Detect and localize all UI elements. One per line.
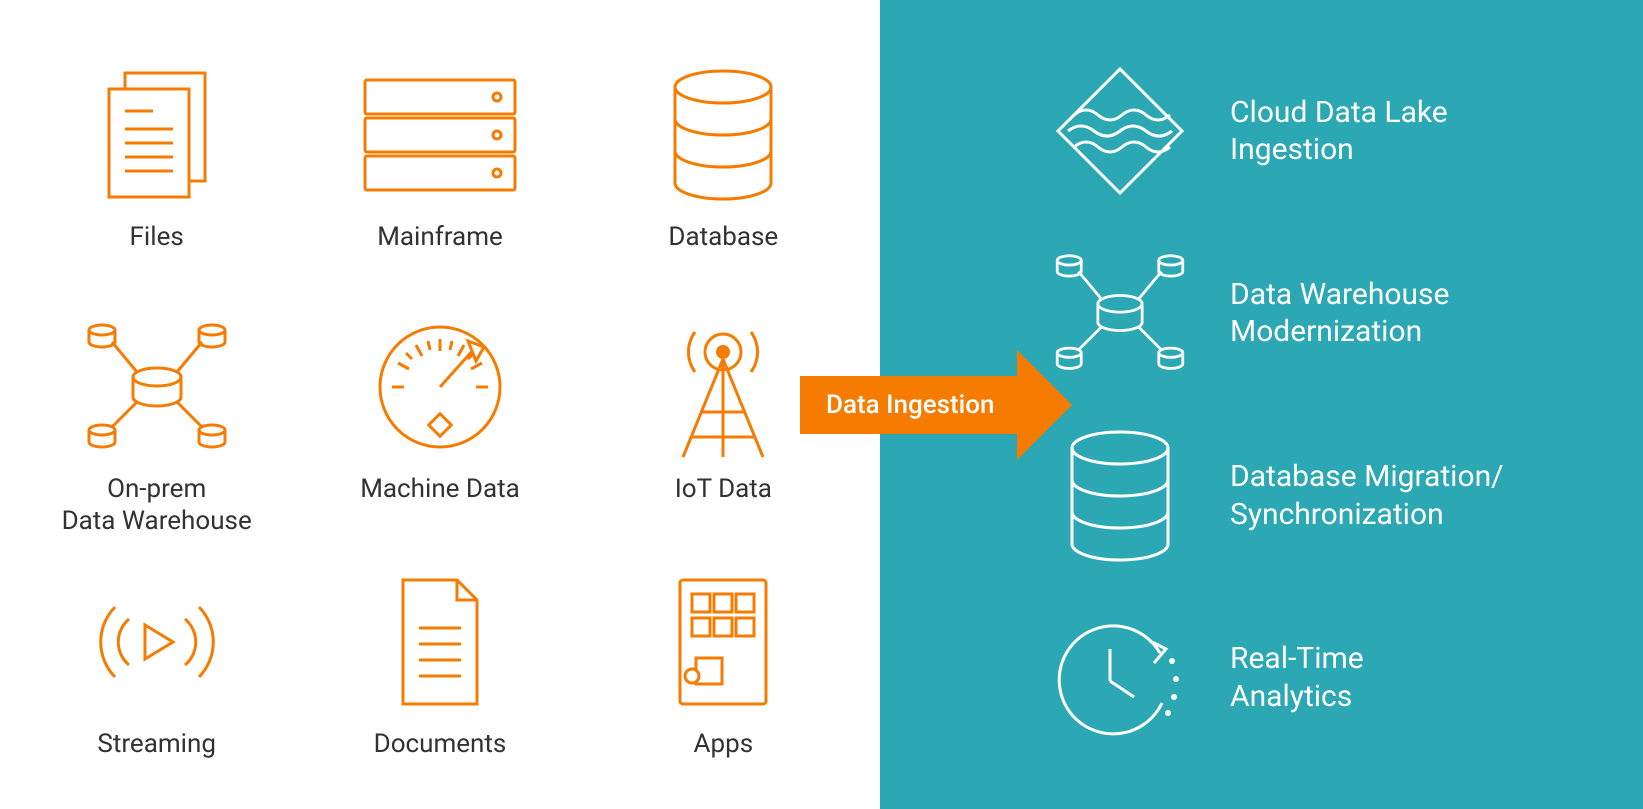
apps-icon [668, 567, 778, 717]
source-machine-data: Machine Data [303, 312, 576, 536]
target-label: Database Migration/ Synchronization [1230, 458, 1504, 533]
warehouse-icon [82, 312, 232, 462]
target-db-migration: Database Migration/ Synchronization [1050, 426, 1603, 566]
target-label: Cloud Data Lake Ingestion [1230, 94, 1448, 169]
source-label: IoT Data [675, 474, 772, 505]
target-dw-modern: Data Warehouse Modernization [1050, 243, 1603, 383]
source-label: Documents [374, 729, 507, 760]
source-files: Files [20, 60, 293, 282]
clock-icon [1050, 608, 1190, 748]
gauge-icon [370, 312, 510, 462]
files-icon [97, 60, 217, 210]
source-onprem-dw: On-prem Data Warehouse [20, 312, 293, 536]
target-cloud-lake: Cloud Data Lake Ingestion [1050, 61, 1603, 201]
streaming-icon [77, 567, 237, 717]
source-mainframe: Mainframe [303, 60, 576, 282]
ingestion-arrow: Data Ingestion [800, 350, 1072, 460]
database-icon [663, 60, 783, 210]
source-streaming: Streaming [20, 567, 293, 789]
source-apps: Apps [587, 567, 860, 789]
source-label: Mainframe [377, 222, 503, 253]
sources-grid: Files Mainframe Database [0, 0, 880, 809]
document-icon [385, 567, 495, 717]
source-documents: Documents [303, 567, 576, 789]
source-label: Files [130, 222, 184, 253]
target-realtime: Real-Time Analytics [1050, 608, 1603, 748]
lake-icon [1050, 61, 1190, 201]
source-label: Apps [694, 729, 754, 760]
target-label: Real-Time Analytics [1230, 640, 1364, 715]
source-label: On-prem Data Warehouse [62, 474, 252, 536]
source-label: Machine Data [360, 474, 520, 505]
antenna-icon [663, 312, 783, 462]
arrow-head-icon [1017, 350, 1072, 460]
source-label: Database [668, 222, 778, 253]
source-database: Database [587, 60, 860, 282]
target-label: Data Warehouse Modernization [1230, 276, 1449, 351]
source-label: Streaming [97, 729, 216, 760]
arrow-label: Data Ingestion [800, 376, 1017, 434]
mainframe-icon [355, 60, 525, 210]
